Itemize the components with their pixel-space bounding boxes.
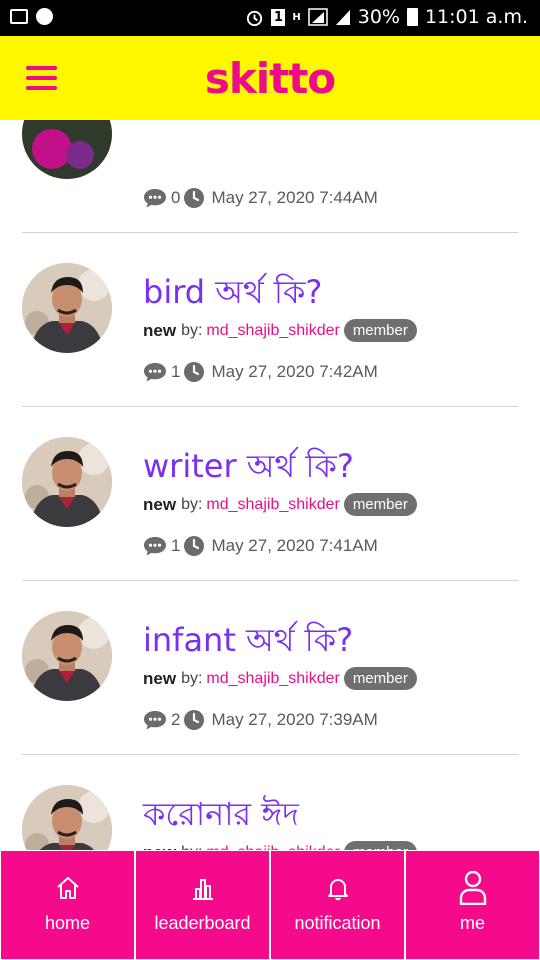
question-title[interactable]: bird অর্থ কি? bbox=[143, 267, 322, 321]
comment-icon bbox=[143, 187, 167, 209]
gallery-notification-icon bbox=[10, 9, 28, 24]
nav-leaderboard-label: leaderboard bbox=[154, 913, 251, 933]
post-stats: 0 May 27, 2020 7:44AM bbox=[143, 187, 378, 209]
battery-percent: 30% bbox=[357, 6, 400, 28]
question-list-item[interactable]: 0 May 27, 2020 7:44AM bbox=[0, 120, 540, 233]
comment-count: 0 bbox=[171, 188, 181, 207]
home-icon bbox=[1, 875, 134, 901]
author-username-link[interactable]: md_shajib_shikder bbox=[206, 496, 339, 514]
post-stats: 2 May 27, 2020 7:39AM bbox=[143, 709, 378, 731]
question-title[interactable]: writer অর্থ কি? bbox=[143, 441, 354, 495]
author-username-link[interactable]: md_shajib_shikder bbox=[206, 670, 339, 688]
clock-icon bbox=[183, 187, 205, 209]
nav-leaderboard[interactable]: leaderboard bbox=[136, 851, 269, 959]
post-meta: new by: md_shajib_shikder member bbox=[143, 493, 417, 516]
app-header: skitto bbox=[0, 36, 540, 120]
nav-notification[interactable]: notification bbox=[271, 851, 404, 959]
post-meta: new by: md_shajib_shikder member bbox=[143, 319, 417, 342]
post-timestamp: May 27, 2020 7:39AM bbox=[211, 710, 378, 729]
status-bar: 1 H 30% 11:01 a.m. bbox=[0, 0, 540, 36]
person-icon bbox=[406, 871, 539, 905]
sim-one-icon: 1 bbox=[271, 8, 286, 26]
nav-home-label: home bbox=[44, 913, 91, 933]
bottom-navigation: home leaderboard notification me bbox=[0, 850, 540, 960]
app-logo[interactable]: skitto bbox=[0, 54, 540, 103]
question-list-item[interactable]: bird অর্থ কি? new by: md_shajib_shikder … bbox=[0, 233, 540, 407]
comment-icon bbox=[143, 709, 167, 731]
new-label: new bbox=[143, 494, 177, 514]
user-avatar[interactable] bbox=[22, 437, 112, 527]
question-title[interactable]: infant অর্থ কি? bbox=[143, 615, 353, 669]
battery-icon bbox=[406, 8, 418, 26]
alarm-icon bbox=[245, 8, 264, 27]
clock-icon bbox=[183, 361, 205, 383]
post-stats: 1 May 27, 2020 7:41AM bbox=[143, 535, 378, 557]
clock-icon bbox=[183, 709, 205, 731]
bar-chart-icon bbox=[136, 875, 269, 901]
signal-icon-2 bbox=[335, 8, 351, 26]
question-list-item[interactable]: infant অর্থ কি? new by: md_shajib_shikde… bbox=[0, 581, 540, 755]
new-label: new bbox=[143, 843, 176, 851]
member-badge: member bbox=[343, 667, 417, 690]
question-title[interactable]: করোনার ঈদ bbox=[143, 789, 299, 843]
new-label: new bbox=[143, 320, 177, 340]
network-h-icon: H bbox=[292, 11, 301, 23]
user-avatar[interactable] bbox=[22, 263, 112, 353]
author-username-link[interactable]: md_shajib_shikder bbox=[206, 322, 339, 340]
post-stats: 1 May 27, 2020 7:42AM bbox=[143, 361, 378, 383]
user-avatar[interactable] bbox=[22, 611, 112, 701]
comment-count: 2 bbox=[171, 710, 181, 729]
settings-notification-icon bbox=[36, 8, 53, 25]
post-meta: new by: md_shajib_shikder member bbox=[143, 667, 417, 690]
post-timestamp: May 27, 2020 7:42AM bbox=[211, 362, 378, 381]
comment-count: 1 bbox=[171, 536, 181, 555]
signal-icon bbox=[307, 8, 328, 26]
nav-home[interactable]: home bbox=[1, 851, 134, 959]
post-timestamp: May 27, 2020 7:41AM bbox=[211, 536, 378, 555]
clock-icon bbox=[183, 535, 205, 557]
comment-icon bbox=[143, 535, 167, 557]
comment-icon bbox=[143, 361, 167, 383]
member-badge: member bbox=[343, 493, 417, 516]
post-timestamp: May 27, 2020 7:44AM bbox=[211, 188, 378, 207]
user-avatar[interactable] bbox=[22, 120, 112, 179]
clock: 11:01 a.m. bbox=[424, 6, 528, 28]
nav-notification-label: notification bbox=[294, 913, 381, 933]
question-list-item[interactable]: করোনার ঈদ new by: md_shajib_shikder memb… bbox=[0, 755, 540, 850]
by-label: by: bbox=[181, 321, 203, 339]
member-badge: member bbox=[343, 319, 417, 342]
question-list-item[interactable]: writer অর্থ কি? new by: md_shajib_shikde… bbox=[0, 407, 540, 581]
by-label: by: bbox=[181, 495, 203, 513]
user-avatar[interactable] bbox=[22, 785, 112, 850]
nav-me[interactable]: me bbox=[406, 851, 539, 959]
post-meta: new by: md_shajib_shikder member bbox=[143, 841, 417, 850]
member-badge: member bbox=[343, 841, 417, 850]
nav-me-label: me bbox=[459, 913, 485, 933]
comment-count: 1 bbox=[171, 362, 181, 381]
question-feed[interactable]: 0 May 27, 2020 7:44AM bird অর্থ কি? new … bbox=[0, 120, 540, 850]
by-label: by: bbox=[181, 669, 203, 687]
new-label: new bbox=[143, 668, 177, 688]
bell-icon bbox=[271, 875, 404, 901]
